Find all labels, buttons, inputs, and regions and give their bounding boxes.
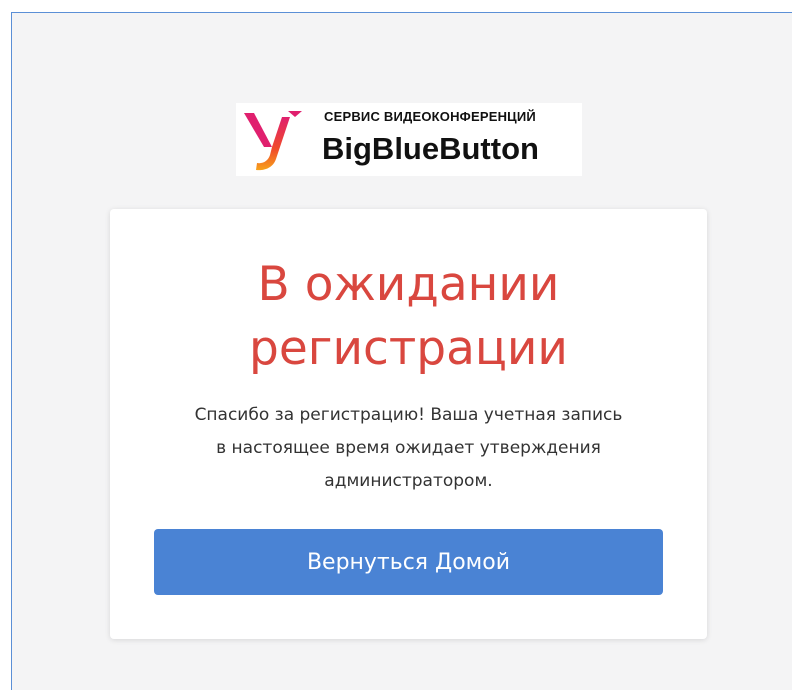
brand-logo: СЕРВИС ВИДЕОКОНФЕРЕНЦИЙ BigBlueButton [236, 103, 582, 176]
bigbluebutton-logo-icon [244, 111, 302, 171]
page-title-line: регистрации [249, 321, 568, 376]
pending-message: Спасибо за регистрацию! Ваша учетная зап… [148, 399, 669, 498]
message-line: в настоящее время ожидает утверждения [216, 438, 601, 458]
return-home-button[interactable]: Вернуться Домой [154, 529, 663, 595]
message-line: Спасибо за регистрацию! Ваша учетная зап… [194, 405, 623, 425]
page-title-line: В ожидании [257, 257, 560, 312]
pending-registration-card: В ожидании регистрации Спасибо за регист… [110, 209, 707, 639]
logo-subtitle: СЕРВИС ВИДЕОКОНФЕРЕНЦИЙ [324, 109, 536, 124]
page-title: В ожидании регистрации [110, 253, 707, 381]
message-line: администратором. [324, 471, 493, 491]
logo-title: BigBlueButton [322, 131, 539, 166]
